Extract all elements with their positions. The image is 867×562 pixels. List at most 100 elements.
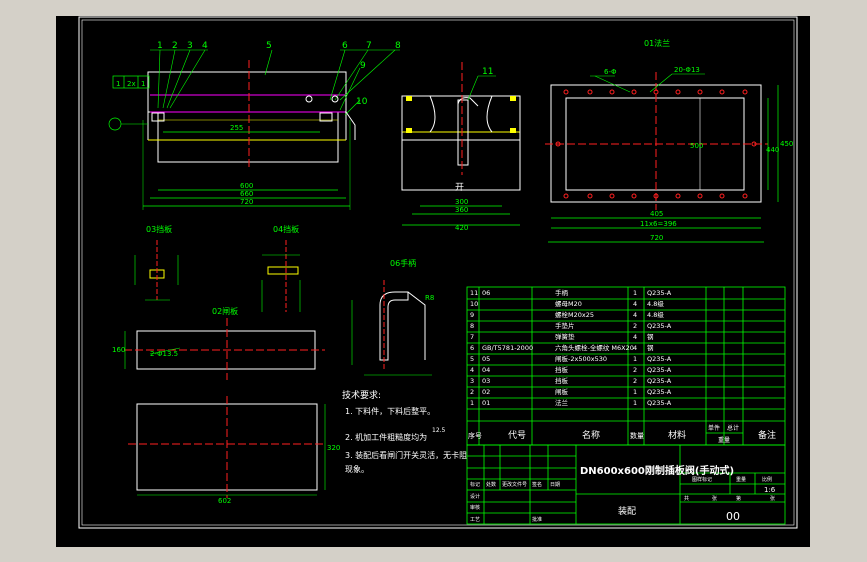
bom-cell-name: 闸板 [555,387,569,396]
flange-dim-4: 11x6=396 [640,220,677,228]
main-view [108,49,400,210]
bom-cell-qty: 2 [633,377,637,385]
bom-cell-no: 9 [470,311,474,319]
bom-h-no: 序号 [468,431,482,440]
flange-dim-5: 720 [650,234,663,242]
tol-1: 1 [116,80,120,88]
bom-h-name: 名称 [582,429,600,441]
bom-cell-no: 5 [470,355,474,363]
flange-title: 01法兰 [644,38,670,48]
part-no-6: 6 [342,41,348,51]
bom-cell-material: Q235-A [647,388,672,396]
bom-cell-material: 4.8级 [647,310,664,319]
bom-cell-material: Q235-A [647,289,672,297]
dim-660: 660 [240,190,253,198]
bom-cell-no: 2 [470,388,474,396]
tb-label-process: 工艺 [470,517,480,523]
dim-360: 360 [455,206,468,214]
tb-label-scale: 比例 [762,476,772,483]
bom-cell-code: 01 [482,399,490,407]
bom-cell-code: 02 [482,388,490,396]
part-no-8: 8 [395,41,401,51]
tb-label-drawing-mark: 图样标记 [692,476,712,483]
bom-h-remark: 备注 [758,429,776,441]
bom-cell-name: 螺栓M20x25 [555,310,594,319]
roughness-value: 12.5 [432,427,446,434]
bom-cell-material: Q235-A [647,322,672,330]
tb-label-sheet-no: 第 [736,495,741,502]
bom-cell-no: 4 [470,366,474,374]
bom-h-material: 材料 [668,429,686,441]
detail-02-dim-2: 160 [112,346,125,354]
bom-cell-name: 六角头螺栓-全螺纹 M6X20 [555,343,634,352]
tb-label-design: 设计 [470,493,480,500]
part-no-4: 4 [202,41,208,51]
detail-05-dim-320: 320 [327,444,340,452]
bom-cell-qty: 1 [633,289,637,297]
bom-cell-name: 手垫片 [555,321,575,330]
detail-03 [134,240,179,301]
tech-item-3: 3. 装配后看闸门开关灵活，无卡阻 [345,450,467,460]
tb-label-mark: 标记 [470,481,480,488]
dim-255: 255 [230,124,243,132]
detail-04 [261,240,301,312]
bom-cell-no: 8 [470,322,474,330]
detail-05-dim-602: 602 [218,497,231,505]
detail-05-labels: 602 320 [218,444,340,505]
side-view-labels: 11 开 300 360 420 [455,67,493,232]
part-no-11: 11 [482,67,493,77]
tb-label-review: 审核 [470,504,480,511]
flange-dim-8: 500 [690,142,703,150]
tb-label-sign: 签名 [532,481,542,488]
bom-cell-name: 弹簧垫 [555,332,575,341]
bom-cell-material: Q235-A [647,366,672,374]
flange-dim-1: 6-Φ [604,68,617,76]
bom-cell-material: 钢 [647,333,654,341]
detail-06-dim: R8 [425,294,434,302]
tb-label-weight: 重量 [736,476,746,483]
bom-cell-code: 04 [482,366,490,374]
part-no-5: 5 [266,41,272,51]
part-no-7: 7 [366,41,372,51]
detail-06 [351,280,432,376]
detail-02 [124,318,325,380]
drawing-number: 00 [726,510,740,523]
tol-2: 2x [127,80,136,88]
tech-title: 技术要求: [342,389,381,401]
detail-03-title: 03挡板 [146,224,172,234]
flange-dim-7: 440 [766,146,779,154]
main-view-labels: 1 2 3 4 5 6 7 8 9 10 255 600 660 720 1 2… [116,41,401,206]
part-no-2: 2 [172,41,178,51]
bom-cell-code: 05 [482,355,490,363]
tech-requirements: 技术要求: 1. 下料件，下料后整平。 2. 机加工件粗糙度均为 12.5 3.… [342,389,467,474]
tech-item-2: 2. 机加工件粗糙度均为 [345,432,427,442]
bom-cell-no: 1 [470,399,474,407]
part-no-3: 3 [187,41,193,51]
bom-cell-name: 挡板 [555,376,569,385]
dim-720: 720 [240,198,253,206]
scale-value: 1:6 [764,486,776,494]
drawing-type: 装配 [618,505,636,517]
bom-cell-no: 6 [470,344,474,352]
detail-04-title: 04挡板 [273,224,299,234]
tol-3: 1 [141,80,145,88]
bom-cell-code: 06 [482,289,490,297]
detail-06-title: 06手柄 [390,258,416,268]
bom-cell-qty: 2 [633,366,637,374]
bom-cell-qty: 1 [633,399,637,407]
bom-h-qty: 数量 [630,431,644,440]
tb-label-date: 日期 [550,482,560,488]
bom-cell-qty: 4 [633,344,637,352]
flange-labels: 01法兰 6-Φ 20-Φ13 405 11x6=396 720 450 440… [604,38,793,242]
detail-02-title: 02闸板 [212,306,238,316]
cad-viewport: 1 2 3 4 5 6 7 8 9 10 255 600 660 720 1 2… [0,0,867,562]
bom-cell-material: Q235-A [647,355,672,363]
bom-cell-no: 10 [470,300,478,308]
part-no-1: 1 [157,41,163,51]
tech-item-1: 1. 下料件，下料后整平。 [345,406,435,416]
bom-cell-no: 11 [470,289,478,297]
tb-label-change: 更改文件号 [502,481,527,488]
tech-item-4: 现象。 [345,464,369,474]
bom-cell-qty: 1 [633,355,637,363]
tb-label-sheet: 张 [770,495,775,502]
